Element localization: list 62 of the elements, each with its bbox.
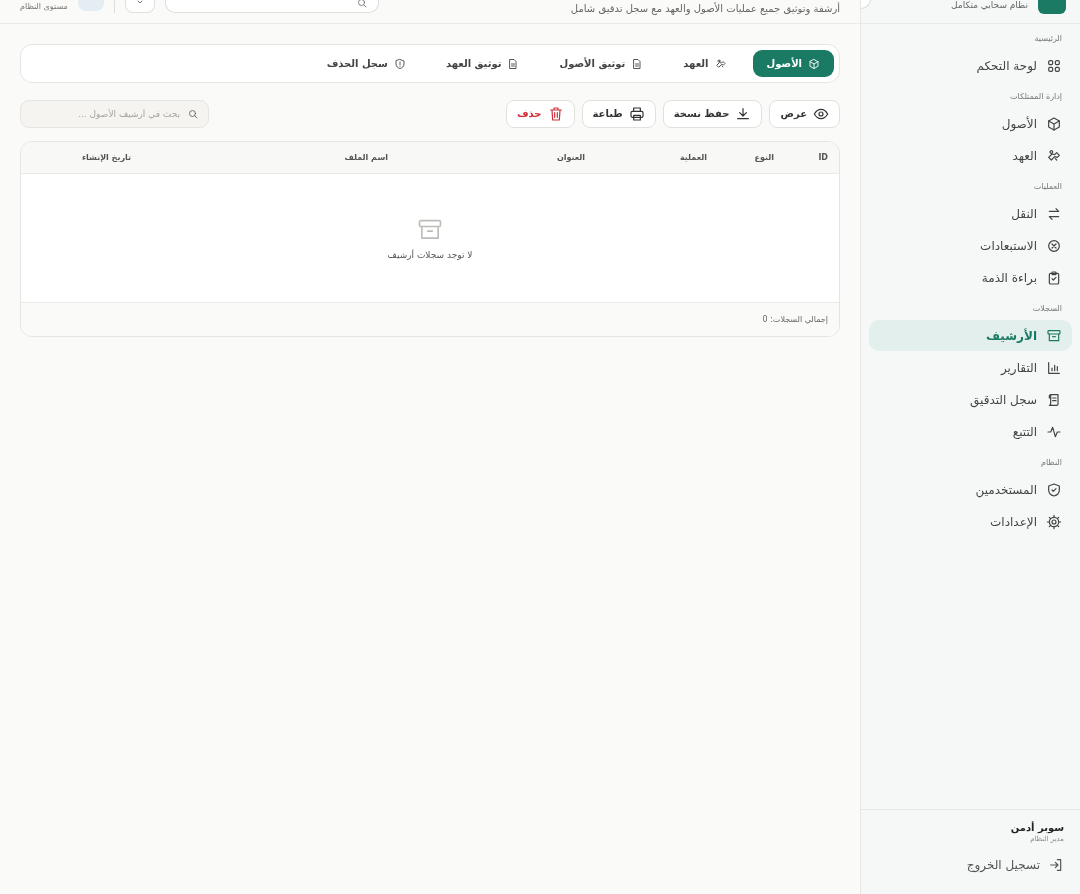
action-button[interactable]: حذف: [505, 99, 575, 128]
sidebar-item[interactable]: العهد: [869, 140, 1072, 171]
settings-icon: [1046, 513, 1062, 530]
column-header: تاريخ الإنشاء: [80, 153, 131, 162]
section-heading: إدارة الممتلكات: [1009, 92, 1063, 101]
sidebar-item[interactable]: الأصول: [869, 108, 1072, 139]
tab[interactable]: توثيق الأصول: [545, 50, 658, 77]
action-button[interactable]: عرض: [769, 99, 840, 128]
sidebar-item[interactable]: الإعدادات: [869, 506, 1072, 537]
tab[interactable]: العهد: [669, 50, 741, 77]
x-circle-icon: [1046, 237, 1062, 254]
search-icon: [355, 0, 368, 9]
grid-icon: [1046, 57, 1062, 74]
tab[interactable]: الأصول: [752, 50, 834, 77]
search-icon: [187, 107, 199, 120]
sidebar-item[interactable]: التتبع: [869, 416, 1072, 447]
system-level-label: مستوى النظام: [20, 2, 68, 12]
printer-icon: [628, 105, 645, 122]
column-header: العملية: [679, 153, 707, 162]
clipboard-check-icon: [1046, 269, 1062, 286]
sidebar-item[interactable]: براءة الذمة: [869, 262, 1072, 293]
section-heading: السجلات: [1031, 304, 1063, 313]
sidebar-item[interactable]: لوحة التحكم: [869, 50, 1072, 81]
action-button[interactable]: طباعة: [581, 99, 656, 128]
swap-arrows-icon: [1046, 205, 1062, 222]
action-button[interactable]: حفظ نسخة: [662, 99, 763, 128]
archive-icon: [1046, 327, 1062, 344]
document-icon: [631, 57, 644, 70]
section-heading: النظام: [1039, 458, 1063, 467]
logout-icon: [1048, 857, 1064, 873]
document-icon: [507, 57, 520, 70]
page-subtitle: أرشفة وتوثيق جميع عمليات الأصول والعهد مع سجل تدقيق شامل: [570, 3, 840, 14]
scroll-icon: [1046, 391, 1062, 408]
empty-message: لا توجد سجلات أرشيف: [387, 250, 473, 260]
sidebar-item[interactable]: التقارير: [869, 352, 1072, 383]
column-header: العنوان: [555, 153, 585, 162]
sidebar-item[interactable]: سجل التدقيق: [869, 384, 1072, 415]
column-header: ID: [817, 153, 828, 162]
shield-alert-icon: [393, 57, 406, 70]
section-heading: الرئيسية: [1033, 34, 1063, 43]
user-name: سوبر أدمن: [1009, 822, 1064, 833]
tab[interactable]: سجل الحذف: [312, 50, 420, 77]
sidebar-item[interactable]: الاستبعادات: [869, 230, 1072, 261]
handshake-icon: [1046, 147, 1062, 164]
column-header: النوع: [753, 153, 774, 162]
section-heading: العمليات: [1032, 182, 1063, 191]
record-total: إجمالي السجلات: 0: [762, 315, 828, 324]
sidebar-item[interactable]: الأرشيف: [869, 320, 1072, 351]
trash-icon: [547, 105, 564, 122]
shield-check-icon: [1046, 481, 1062, 498]
cube-icon: [1046, 115, 1062, 132]
tab[interactable]: توثيق العهد: [431, 50, 534, 77]
bar-chart-icon: [1046, 359, 1062, 376]
brand-name: نظام سحابي متكامل: [951, 0, 1028, 10]
sidebar-item[interactable]: المستخدمين: [869, 474, 1072, 505]
download-icon: [735, 105, 752, 122]
handshake-icon: [714, 57, 727, 70]
cube-icon: [808, 57, 820, 70]
column-header: اسم الملف: [343, 153, 388, 162]
logo-icon: [1038, 0, 1066, 14]
sidebar-item[interactable]: النقل: [869, 198, 1072, 229]
logout-link[interactable]: تسجيل الخروج: [877, 857, 1064, 873]
